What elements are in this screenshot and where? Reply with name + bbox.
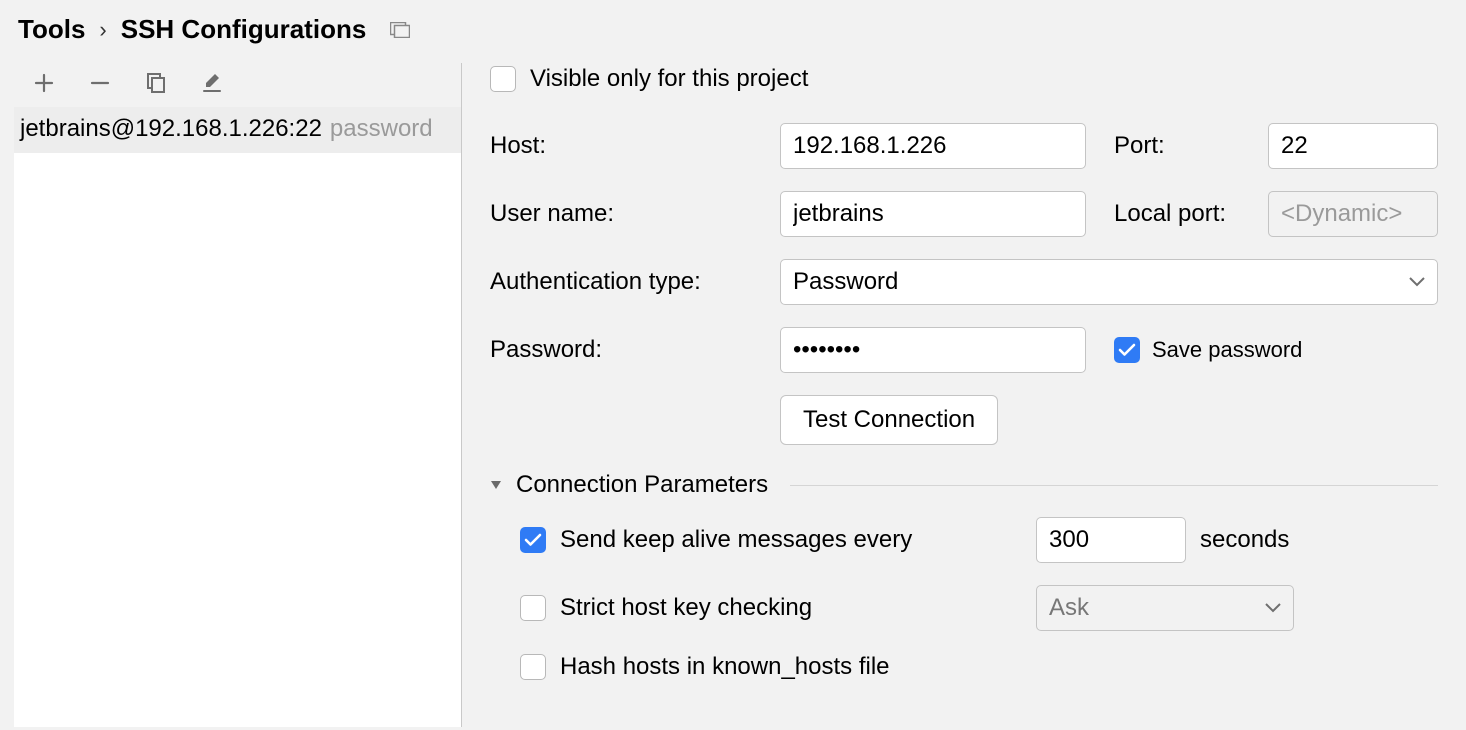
separator-line — [790, 485, 1438, 486]
host-input[interactable] — [780, 123, 1086, 169]
keepalive-unit: seconds — [1200, 526, 1289, 554]
config-list: jetbrains@192.168.1.226:22 password — [14, 107, 461, 727]
chevron-down-icon — [1265, 603, 1281, 613]
localport-input[interactable] — [1268, 191, 1438, 237]
port-label: Port: — [1114, 132, 1268, 160]
config-item-auth: password — [330, 115, 433, 143]
visible-only-label: Visible only for this project — [530, 65, 808, 93]
config-list-item[interactable]: jetbrains@192.168.1.226:22 password — [14, 107, 461, 153]
detach-window-icon[interactable] — [388, 18, 412, 42]
triangle-down-icon — [490, 480, 502, 490]
edit-icon[interactable] — [198, 69, 226, 97]
add-icon[interactable] — [30, 69, 58, 97]
port-input[interactable] — [1268, 123, 1438, 169]
keepalive-checkbox[interactable] — [520, 527, 546, 553]
config-item-title: jetbrains@192.168.1.226:22 — [20, 115, 322, 143]
localport-label: Local port: — [1114, 200, 1268, 228]
connection-parameters-header[interactable]: Connection Parameters — [490, 471, 1438, 499]
remove-icon[interactable] — [86, 69, 114, 97]
hash-hosts-label: Hash hosts in known_hosts file — [560, 653, 890, 681]
authtype-value: Password — [793, 268, 898, 296]
hash-hosts-checkbox[interactable] — [520, 654, 546, 680]
test-connection-button[interactable]: Test Connection — [780, 395, 998, 445]
sidebar-toolbar — [14, 63, 461, 107]
breadcrumb-tools[interactable]: Tools — [18, 14, 85, 45]
keepalive-input[interactable] — [1036, 517, 1186, 563]
strict-host-value: Ask — [1049, 594, 1089, 622]
keepalive-label: Send keep alive messages every — [560, 526, 1022, 554]
strict-host-checkbox[interactable] — [520, 595, 546, 621]
sidebar: jetbrains@192.168.1.226:22 password — [14, 63, 462, 727]
strict-host-label: Strict host key checking — [560, 594, 1022, 622]
breadcrumb: Tools › SSH Configurations — [0, 0, 1466, 55]
save-password-label: Save password — [1152, 337, 1302, 363]
connection-parameters-title: Connection Parameters — [516, 471, 768, 499]
password-input[interactable] — [780, 327, 1086, 373]
breadcrumb-page: SSH Configurations — [121, 14, 367, 45]
authtype-label: Authentication type: — [490, 268, 780, 296]
chevron-right-icon: › — [99, 17, 106, 43]
visible-only-checkbox[interactable] — [490, 66, 516, 92]
copy-icon[interactable] — [142, 69, 170, 97]
save-password-checkbox[interactable] — [1114, 337, 1140, 363]
authtype-select[interactable]: Password — [780, 259, 1438, 305]
password-label: Password: — [490, 336, 780, 364]
host-label: Host: — [490, 132, 780, 160]
username-label: User name: — [490, 200, 780, 228]
chevron-down-icon — [1409, 277, 1425, 287]
form-panel: Visible only for this project Host: Port… — [462, 55, 1466, 727]
strict-host-select[interactable]: Ask — [1036, 585, 1294, 631]
username-input[interactable] — [780, 191, 1086, 237]
